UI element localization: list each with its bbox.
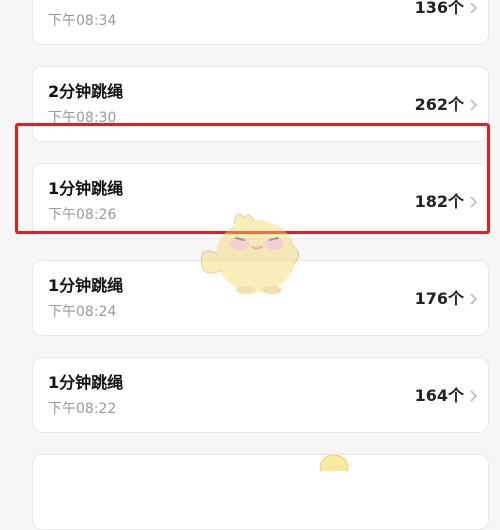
chick-mascot-icon bbox=[319, 454, 349, 471]
record-time: 下午08:26 bbox=[48, 207, 117, 223]
record-card-4[interactable]: 1分钟跳绳 下午08:22 164个 bbox=[32, 357, 489, 433]
record-count: 262个 bbox=[414, 95, 464, 114]
chevron-right-icon bbox=[470, 293, 478, 305]
record-time: 下午08:34 bbox=[48, 13, 117, 29]
record-card-1[interactable]: 2分钟跳绳 下午08:30 262个 bbox=[32, 66, 489, 142]
record-card-0[interactable]: 下午08:34 136个 bbox=[32, 0, 489, 45]
chevron-right-icon bbox=[470, 2, 478, 14]
chick-mascot-icon bbox=[200, 213, 300, 294]
record-count: 136个 bbox=[414, 0, 464, 17]
record-card-5[interactable] bbox=[32, 454, 489, 530]
record-time: 下午08:22 bbox=[48, 401, 117, 417]
record-title: 1分钟跳绳 bbox=[48, 276, 124, 295]
record-time: 下午08:30 bbox=[48, 110, 117, 126]
record-title: 2分钟跳绳 bbox=[48, 82, 124, 101]
chevron-right-icon bbox=[470, 196, 478, 208]
record-count: 164个 bbox=[414, 386, 464, 405]
chevron-right-icon bbox=[470, 99, 478, 111]
record-title: 1分钟跳绳 bbox=[48, 373, 124, 392]
chevron-right-icon bbox=[470, 390, 478, 402]
record-time: 下午08:24 bbox=[48, 304, 117, 320]
record-count: 182个 bbox=[414, 192, 464, 211]
record-count: 176个 bbox=[414, 289, 464, 308]
record-title: 1分钟跳绳 bbox=[48, 179, 124, 198]
